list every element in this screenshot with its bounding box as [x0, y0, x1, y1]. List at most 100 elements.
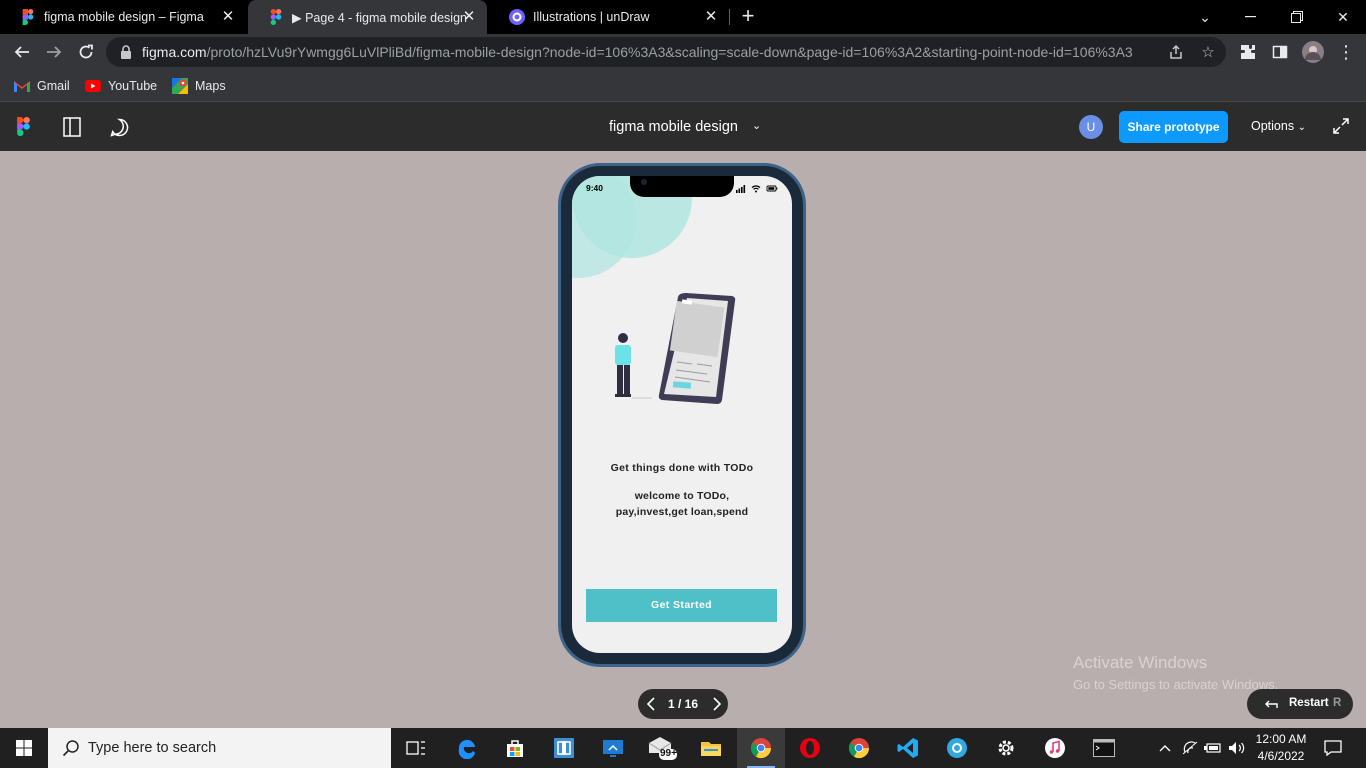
terminal-icon[interactable] — [1080, 728, 1128, 768]
activate-windows-subtitle: Go to Settings to activate Windows. — [1073, 677, 1279, 692]
wifi-icon — [751, 185, 761, 193]
close-window-button[interactable]: ✕ — [1320, 0, 1366, 34]
tab-separator — [729, 9, 730, 25]
comment-icon[interactable] — [110, 118, 129, 142]
search-placeholder: Type here to search — [88, 740, 217, 756]
tab-search-icon[interactable]: ⌄ — [1182, 0, 1228, 34]
figma-logo-icon[interactable] — [17, 117, 30, 141]
close-icon[interactable]: ✕ — [461, 9, 477, 25]
chevron-down-icon: ⌄ — [1297, 122, 1306, 133]
side-panel-icon[interactable] — [1266, 38, 1294, 66]
frame-pager: 1 / 16 — [638, 689, 728, 719]
reload-button[interactable] — [72, 38, 100, 66]
tab-prototype-page[interactable]: ▶ Page 4 - figma mobile design ✕ — [248, 0, 487, 34]
fullscreen-icon[interactable] — [1332, 117, 1352, 137]
browser-menu-icon[interactable]: ⋮ — [1332, 38, 1360, 66]
decorative-circles — [572, 176, 692, 278]
vscode-icon[interactable] — [884, 728, 932, 768]
url-text: figma.com/proto/hzLVu9rYwmgg6LuVlPliBd/f… — [142, 44, 1133, 60]
browser-toolbar: figma.com/proto/hzLVu9rYwmgg6LuVlPliBd/f… — [0, 34, 1366, 70]
profile-avatar[interactable] — [1299, 38, 1327, 66]
address-bar[interactable]: figma.com/proto/hzLVu9rYwmgg6LuVlPliBd/f… — [106, 37, 1226, 67]
signal-icon — [736, 185, 746, 193]
onboarding-subtitle: welcome to TODo, pay,invest,get loan,spe… — [572, 488, 792, 520]
options-menu-button[interactable]: Options ⌄ — [1251, 119, 1306, 133]
subtitle-line: pay,invest,get loan,spend — [615, 506, 749, 518]
windows-start-button[interactable] — [0, 728, 48, 768]
opera-icon[interactable] — [786, 728, 834, 768]
status-bar-icons — [736, 185, 778, 193]
figma-icon — [20, 9, 36, 25]
tab-title: figma mobile design – Figma — [44, 10, 204, 24]
taskbar-search-input[interactable]: Type here to search — [48, 728, 391, 768]
forward-button[interactable] — [40, 38, 68, 66]
close-icon[interactable]: ✕ — [220, 9, 236, 25]
chevron-right-icon[interactable] — [708, 695, 724, 713]
close-icon[interactable]: ✕ — [703, 9, 719, 25]
remote-desktop-icon[interactable] — [589, 728, 637, 768]
prototype-screen[interactable] — [572, 176, 792, 653]
tab-undraw[interactable]: Illustrations | unDraw ✕ — [489, 0, 729, 34]
url-path: /proto/hzLVu9rYwmgg6LuVlPliBd/figma-mobi… — [206, 44, 1133, 60]
camera-dot — [641, 179, 647, 185]
youtube-icon — [85, 80, 101, 92]
document-title[interactable]: figma mobile design — [609, 119, 738, 135]
file-explorer-icon[interactable] — [687, 728, 735, 768]
bookmark-maps[interactable]: Maps — [172, 76, 226, 96]
new-tab-button[interactable]: + — [736, 5, 760, 29]
bookmarks-bar: Gmail YouTube Maps — [0, 70, 1366, 102]
clock-time: 12:00 AM — [1255, 732, 1307, 746]
get-started-button[interactable]: Get Started — [586, 589, 777, 622]
gmail-icon — [14, 81, 30, 92]
bookmark-label: Gmail — [37, 79, 70, 93]
tab-figma-file[interactable]: figma mobile design – Figma ✕ — [0, 0, 246, 34]
volume-icon[interactable] — [1227, 728, 1247, 768]
mail-badge: 99+ — [660, 748, 677, 759]
url-host: figma.com — [142, 44, 207, 60]
chrome-icon[interactable] — [835, 728, 883, 768]
restart-button[interactable]: Restart R — [1247, 689, 1353, 719]
restore-button[interactable] — [1274, 0, 1320, 34]
mail-icon[interactable]: 99+ — [638, 728, 686, 768]
chevron-down-icon[interactable]: ⌄ — [752, 119, 761, 132]
extensions-icon[interactable] — [1234, 38, 1262, 66]
activate-windows-title: Activate Windows — [1073, 653, 1208, 672]
minimize-button[interactable] — [1228, 0, 1274, 34]
share-prototype-button[interactable]: Share prototype — [1119, 111, 1228, 143]
tab-title: ▶ Page 4 - figma mobile design — [292, 10, 467, 25]
chrome-icon-active[interactable] — [737, 728, 785, 768]
figma-icon — [268, 9, 284, 25]
taskbar: Type here to search 99+ 12:00 AM 4/6/202… — [0, 728, 1366, 768]
chevron-up-icon[interactable] — [1156, 728, 1174, 768]
share-page-icon[interactable] — [1166, 42, 1186, 62]
subtitle-line: welcome to TODo, — [634, 490, 730, 502]
store-icon[interactable] — [491, 728, 539, 768]
wifi-icon[interactable] — [1181, 728, 1199, 768]
itunes-icon[interactable] — [1031, 728, 1079, 768]
undraw-icon — [509, 9, 525, 25]
system-clock[interactable]: 12:00 AM 4/6/2022 — [1253, 731, 1309, 765]
battery-icon — [766, 185, 778, 192]
bookmark-youtube[interactable]: YouTube — [85, 76, 157, 96]
bookmark-label: Maps — [195, 79, 226, 93]
figma-toolbar: figma mobile design ⌄ U Share prototype … — [0, 102, 1366, 151]
status-bar-time: 9:40 — [586, 183, 604, 193]
battery-icon[interactable] — [1203, 728, 1223, 768]
clock-date: 4/6/2022 — [1257, 749, 1305, 763]
app-icon-teal-gear[interactable] — [933, 728, 981, 768]
phone-illustration — [615, 293, 736, 404]
bookmark-gmail[interactable]: Gmail — [14, 76, 70, 96]
sidebar-toggle-icon[interactable] — [63, 117, 81, 142]
options-label: Options — [1251, 119, 1295, 133]
bookmark-star-icon[interactable]: ☆ — [1198, 42, 1218, 62]
notifications-icon[interactable] — [1318, 728, 1348, 768]
avatar[interactable]: U — [1079, 115, 1103, 139]
restart-shortcut: R — [1333, 697, 1342, 709]
settings-gear-icon[interactable] — [982, 728, 1030, 768]
app-icon-blue-box[interactable] — [540, 728, 588, 768]
edge-icon[interactable] — [443, 728, 491, 768]
back-button[interactable] — [8, 38, 36, 66]
task-view-icon[interactable] — [392, 728, 440, 768]
onboarding-title: Get things done with TODo — [610, 462, 754, 474]
tab-strip: figma mobile design – Figma ✕ ▶ Page 4 -… — [0, 0, 1366, 34]
